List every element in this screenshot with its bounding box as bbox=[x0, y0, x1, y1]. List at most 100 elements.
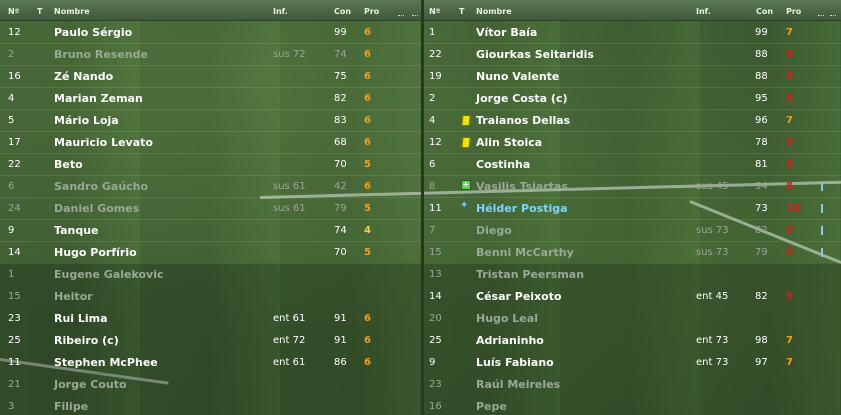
player-row[interactable]: 2 Bruno Resende sus 72 74 6 bbox=[0, 43, 421, 66]
player-row[interactable]: 20 Hugo Leal bbox=[424, 307, 841, 330]
player-name[interactable]: Filipe bbox=[54, 400, 88, 413]
player-row[interactable]: 24 Daniel Gomes sus 61 79 5 bbox=[0, 197, 421, 220]
player-row[interactable]: 11 ✦ Hélder Postiga 73 10 bbox=[424, 197, 841, 220]
substitution-marker bbox=[821, 226, 823, 235]
player-row[interactable]: 12 Alin Stoica 78 9 bbox=[424, 131, 841, 154]
player-condition: 82 bbox=[755, 291, 768, 302]
player-name[interactable]: Ribeiro (c) bbox=[54, 334, 119, 347]
player-condition: 91 bbox=[334, 313, 347, 324]
player-row[interactable]: 6 Sandro Gaúcho sus 61 42 6 bbox=[0, 175, 421, 198]
player-name[interactable]: Tristan Peersman bbox=[476, 268, 584, 281]
col-header-con[interactable]: Con bbox=[334, 7, 351, 16]
col-header-name[interactable]: Nombre bbox=[476, 7, 512, 16]
player-name[interactable]: Hélder Postiga bbox=[476, 202, 568, 215]
player-name[interactable]: Traianos Dellas bbox=[476, 114, 570, 127]
player-name[interactable]: Diego bbox=[476, 224, 512, 237]
plus-icon: + bbox=[461, 180, 471, 190]
player-name[interactable]: Adrianinho bbox=[476, 334, 544, 347]
player-name[interactable]: Vítor Baía bbox=[476, 26, 537, 39]
player-row[interactable]: 21 Jorge Couto bbox=[0, 373, 421, 396]
col-header-inf[interactable]: Inf. bbox=[696, 7, 711, 16]
player-row[interactable]: 22 Beto 70 5 bbox=[0, 153, 421, 176]
player-row[interactable]: 22 Giourkas Seitaridis 88 8 bbox=[424, 43, 841, 66]
player-name[interactable]: Daniel Gomes bbox=[54, 202, 139, 215]
col-header-num[interactable]: Nº bbox=[429, 7, 440, 16]
player-row[interactable]: 9 Tanque 74 4 bbox=[0, 219, 421, 242]
player-name[interactable]: Marian Zeman bbox=[54, 92, 143, 105]
player-name[interactable]: Giourkas Seitaridis bbox=[476, 48, 594, 61]
column-grip[interactable] bbox=[412, 15, 418, 18]
player-name[interactable]: Mário Loja bbox=[54, 114, 119, 127]
player-row[interactable]: 11 Stephen McPhee ent 61 86 6 bbox=[0, 351, 421, 374]
player-name[interactable]: Sandro Gaúcho bbox=[54, 180, 148, 193]
player-row[interactable]: 4 Traianos Dellas 96 7 bbox=[424, 109, 841, 132]
col-header-inf[interactable]: Inf. bbox=[273, 7, 288, 16]
player-row[interactable]: 12 Paulo Sérgio 99 6 bbox=[0, 21, 421, 44]
col-header-t[interactable]: T bbox=[37, 7, 42, 16]
player-row[interactable]: 14 César Peixoto ent 45 82 9 bbox=[424, 285, 841, 308]
player-name[interactable]: Raúl Meireles bbox=[476, 378, 560, 391]
player-row[interactable]: 4 Marian Zeman 82 6 bbox=[0, 87, 421, 110]
player-name[interactable]: Heitor bbox=[54, 290, 93, 303]
player-row[interactable]: 14 Hugo Porfírio 70 5 bbox=[0, 241, 421, 264]
player-name[interactable]: Costinha bbox=[476, 158, 530, 171]
player-row[interactable]: 6 Costinha 81 8 bbox=[424, 153, 841, 176]
player-name[interactable]: César Peixoto bbox=[476, 290, 562, 303]
player-name[interactable]: Vasilis Tsiartas bbox=[476, 180, 568, 193]
player-rating: 8 bbox=[786, 159, 793, 170]
column-grip[interactable] bbox=[818, 15, 824, 18]
player-row[interactable]: 17 Mauricio Levato 68 6 bbox=[0, 131, 421, 154]
player-row[interactable]: 16 Pepe bbox=[424, 395, 841, 415]
player-row[interactable]: 5 Mário Loja 83 6 bbox=[0, 109, 421, 132]
col-header-pro[interactable]: Pro bbox=[786, 7, 801, 16]
player-name[interactable]: Alin Stoica bbox=[476, 136, 542, 149]
player-row[interactable]: 15 Heitor bbox=[0, 285, 421, 308]
player-name[interactable]: Mauricio Levato bbox=[54, 136, 153, 149]
player-row[interactable]: 13 Tristan Peersman bbox=[424, 263, 841, 286]
player-name[interactable]: Paulo Sérgio bbox=[54, 26, 132, 39]
player-row[interactable]: 9 Luís Fabiano ent 73 97 7 bbox=[424, 351, 841, 374]
player-name[interactable]: Jorge Costa (c) bbox=[476, 92, 568, 105]
player-row[interactable]: 1 Eugene Galekovic bbox=[0, 263, 421, 286]
player-row[interactable]: 15 Benni McCarthy sus 73 79 9 bbox=[424, 241, 841, 264]
player-name[interactable]: Beto bbox=[54, 158, 83, 171]
player-name[interactable]: Tanque bbox=[54, 224, 99, 237]
player-row[interactable]: 19 Nuno Valente 88 8 bbox=[424, 65, 841, 88]
player-number: 16 bbox=[8, 71, 21, 82]
player-row[interactable]: 2 Jorge Costa (c) 95 8 bbox=[424, 87, 841, 110]
player-row[interactable]: 16 Zé Nando 75 6 bbox=[0, 65, 421, 88]
column-grip[interactable] bbox=[830, 15, 836, 18]
player-row[interactable]: 1 Vítor Baía 99 7 bbox=[424, 21, 841, 44]
col-header-num[interactable]: Nº bbox=[8, 7, 19, 16]
player-name[interactable]: Benni McCarthy bbox=[476, 246, 574, 259]
player-name[interactable]: Stephen McPhee bbox=[54, 356, 158, 369]
player-name[interactable]: Jorge Couto bbox=[54, 378, 127, 391]
player-row[interactable]: 7 Diego sus 73 82 9 bbox=[424, 219, 841, 242]
player-row[interactable]: 23 Rui Lima ent 61 91 6 bbox=[0, 307, 421, 330]
player-row[interactable]: 8 + Vasilis Tsiartas sus 45 94 8 bbox=[424, 175, 841, 198]
col-header-t[interactable]: T bbox=[459, 7, 464, 16]
col-header-pro[interactable]: Pro bbox=[364, 7, 379, 16]
player-name[interactable]: Zé Nando bbox=[54, 70, 113, 83]
player-row[interactable]: 25 Ribeiro (c) ent 72 91 6 bbox=[0, 329, 421, 352]
player-name[interactable]: Hugo Leal bbox=[476, 312, 538, 325]
player-name[interactable]: Pepe bbox=[476, 400, 507, 413]
col-header-con[interactable]: Con bbox=[756, 7, 773, 16]
player-rating: 7 bbox=[786, 115, 793, 126]
player-row[interactable]: 25 Adrianinho ent 73 98 7 bbox=[424, 329, 841, 352]
player-condition: 88 bbox=[755, 49, 768, 60]
player-name[interactable]: Luís Fabiano bbox=[476, 356, 554, 369]
substitution-marker bbox=[821, 204, 823, 213]
player-name[interactable]: Rui Lima bbox=[54, 312, 108, 325]
player-row[interactable]: 3 Filipe bbox=[0, 395, 421, 415]
player-name[interactable]: Nuno Valente bbox=[476, 70, 559, 83]
player-number: 14 bbox=[8, 247, 21, 258]
player-name[interactable]: Bruno Resende bbox=[54, 48, 148, 61]
player-name[interactable]: Eugene Galekovic bbox=[54, 268, 164, 281]
player-row[interactable]: 23 Raúl Meireles bbox=[424, 373, 841, 396]
player-condition: 95 bbox=[755, 93, 768, 104]
player-name[interactable]: Hugo Porfírio bbox=[54, 246, 137, 259]
column-grip[interactable] bbox=[398, 15, 404, 18]
col-header-name[interactable]: Nombre bbox=[54, 7, 90, 16]
player-rating: 6 bbox=[364, 93, 371, 104]
